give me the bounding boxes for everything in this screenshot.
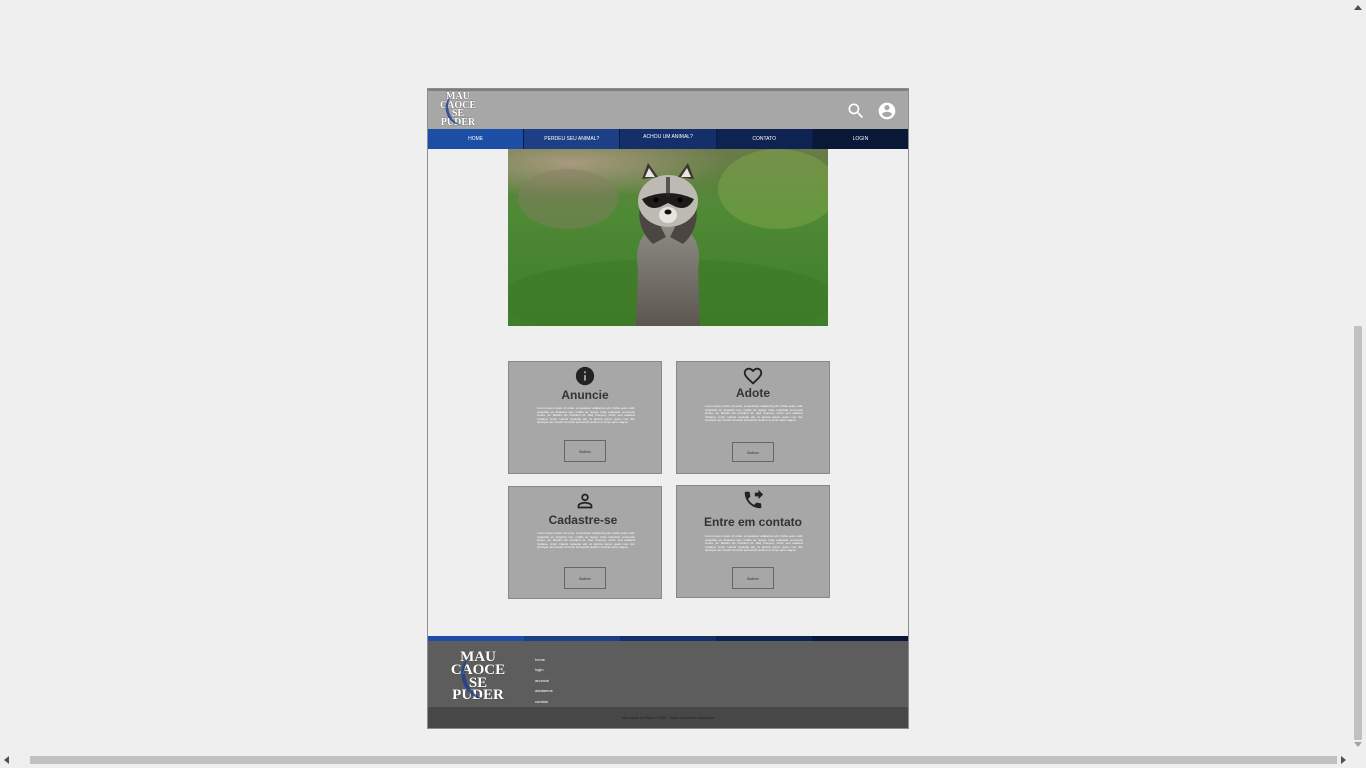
horizontal-scrollbar[interactable] (0, 752, 1350, 768)
card-text: Lorem ipsum dolor sit amet, consectetur … (705, 405, 803, 423)
nav-login[interactable]: LOGIN (812, 129, 909, 149)
account-circle-icon[interactable] (877, 101, 897, 121)
card-button[interactable]: Button (564, 567, 606, 589)
footer-link-home[interactable]: home (535, 655, 553, 665)
card-title: Entre em contato (703, 515, 802, 529)
search-icon[interactable] (846, 101, 866, 121)
card-anuncie: Anuncie Lorem ipsum dolor sit amet, cons… (508, 361, 662, 474)
horizontal-scrollbar-thumb[interactable] (30, 756, 1337, 764)
nav-found-animal[interactable]: ACHOU UM ANIMAL? (620, 129, 717, 149)
footer-link-contato[interactable]: contato (535, 697, 553, 707)
nav-home[interactable]: HOME (428, 129, 525, 149)
card-title: Adote (736, 386, 770, 400)
card-button[interactable]: Button (732, 567, 774, 589)
heart-icon (743, 367, 763, 385)
nav-contact[interactable]: CONTATO (716, 129, 813, 149)
footer-link-anuncie[interactable]: anuncie (535, 676, 553, 686)
card-text: Lorem ipsum dolor sit amet, consectetur … (537, 532, 635, 550)
scroll-up-arrow-icon[interactable] (1354, 5, 1362, 10)
card-cadastre-se: Cadastre-se Lorem ipsum dolor sit amet, … (508, 486, 662, 599)
card-button[interactable]: Button (564, 440, 606, 462)
copyright-text: Mau caoce se Puder © 2020 - Todos os dir… (428, 707, 908, 728)
logo[interactable]: MAU CAOCE SE PUDER (438, 92, 478, 129)
footer-logo[interactable]: MAU CAOCE SE PUDER (448, 650, 508, 704)
card-text: Lorem ipsum dolor sit amet, consectetur … (705, 535, 803, 553)
card-title: Cadastre-se (548, 513, 618, 527)
card-button[interactable]: Button (732, 442, 774, 462)
main-nav: HOME PERDEU SEU ANIMAL? ACHOU UM ANIMAL?… (428, 129, 909, 149)
hero-raccoon-image (508, 149, 828, 326)
card-adote: Adote Lorem ipsum dolor sit amet, consec… (676, 361, 830, 474)
phone-forwarded-icon (744, 489, 764, 509)
scroll-right-arrow-icon[interactable] (1341, 756, 1346, 764)
footer-link-login[interactable]: login (535, 665, 553, 675)
card-text: Lorem ipsum dolor sit amet, consectetur … (537, 407, 635, 425)
nav-lost-animal[interactable]: PERDEU SEU ANIMAL? (524, 129, 621, 149)
scroll-left-arrow-icon[interactable] (4, 756, 9, 764)
card-entre-em-contato: Entre em contato Lorem ipsum dolor sit a… (676, 485, 830, 598)
info-icon (575, 366, 595, 386)
footer-link-adotamos[interactable]: adotamos (535, 686, 553, 696)
header: MAU CAOCE SE PUDER (428, 89, 908, 129)
vertical-scrollbar[interactable] (1350, 0, 1366, 752)
person-icon (577, 493, 593, 509)
page-frame: MAU CAOCE SE PUDER HOME PERDEU SEU ANIMA… (427, 88, 909, 729)
scroll-down-arrow-icon[interactable] (1354, 742, 1362, 747)
card-title: Anuncie (561, 388, 609, 402)
footer: MAU CAOCE SE PUDER home login anuncie ad… (428, 641, 908, 707)
vertical-scrollbar-thumb[interactable] (1354, 326, 1362, 740)
footer-links: home login anuncie adotamos contato (535, 655, 553, 707)
